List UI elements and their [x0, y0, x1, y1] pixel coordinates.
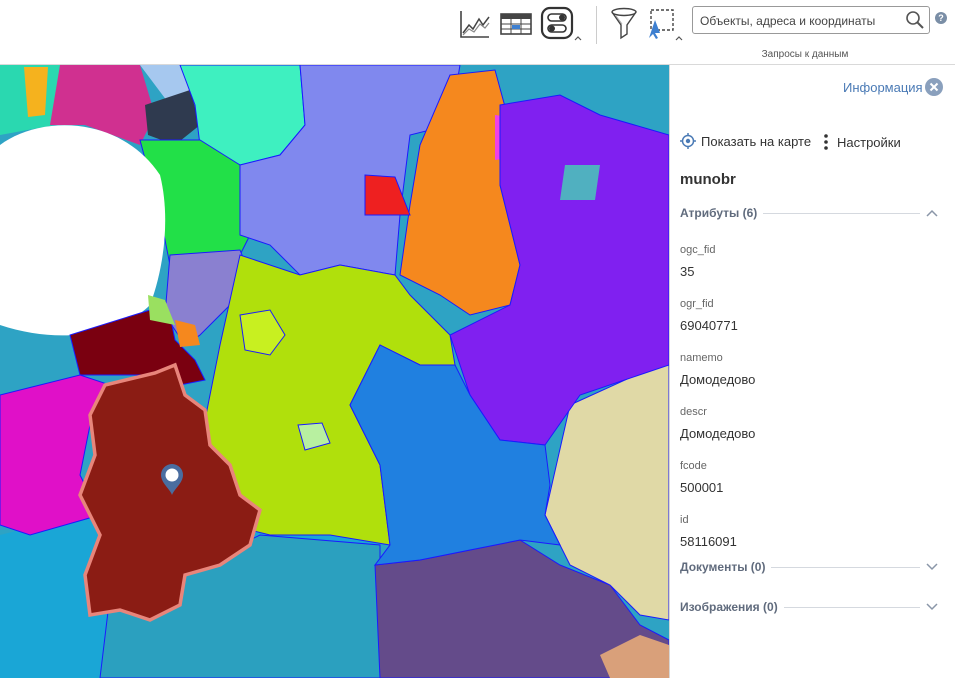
map-layer[interactable] — [0, 65, 669, 678]
attr-name: ogc_fid — [680, 244, 716, 256]
data-query-caption: Запросы к данным — [761, 49, 849, 60]
attr-name: id — [680, 514, 689, 526]
filter-icon — [611, 7, 637, 40]
filter-button[interactable] — [609, 6, 639, 42]
chart-icon — [460, 11, 490, 38]
region-moscow-blank — [0, 125, 166, 336]
more-vertical-icon — [824, 134, 828, 150]
images-section-header[interactable]: Изображения (0) — [680, 599, 938, 615]
attr-name: fcode — [680, 460, 707, 472]
region-east-cyan[interactable] — [560, 165, 600, 200]
object-layer-name: munobr — [680, 171, 736, 188]
attr-name: descr — [680, 406, 707, 418]
toolbar: ? Запросы к данным — [0, 0, 955, 65]
toolbar-separator — [596, 6, 597, 44]
chevron-down-icon — [926, 563, 938, 571]
documents-header-label: Документы (0) — [680, 560, 766, 574]
attr-value: Домодедово — [680, 372, 756, 387]
settings-label: Настройки — [837, 134, 901, 150]
select-area-icon — [649, 9, 683, 41]
attributes-header-label: Атрибуты (6) — [680, 206, 758, 220]
search-icon[interactable] — [905, 10, 925, 30]
attributes-divider — [763, 212, 920, 214]
show-on-map-button[interactable]: Показать на карте — [680, 133, 811, 149]
attr-name: namemo — [680, 352, 723, 364]
select-area-button[interactable] — [645, 6, 685, 42]
chevron-down-icon — [926, 603, 938, 611]
images-divider — [783, 606, 920, 608]
attr-value: 69040771 — [680, 318, 738, 333]
documents-section-header[interactable]: Документы (0) — [680, 559, 938, 575]
attr-value: 58116091 — [680, 534, 737, 549]
show-on-map-label: Показать на карте — [701, 133, 812, 149]
attr-value: 500001 — [680, 480, 724, 495]
layers-toggle-button[interactable] — [540, 6, 584, 42]
layers-toggle-icon — [540, 6, 582, 41]
close-icon[interactable] — [925, 78, 943, 96]
table-icon — [500, 13, 532, 35]
attributes-section-header[interactable]: Атрибуты (6) — [680, 205, 938, 221]
settings-button[interactable]: Настройки — [822, 133, 901, 151]
help-icon[interactable]: ? — [935, 12, 947, 24]
table-button[interactable] — [499, 6, 533, 42]
region-nw-orange[interactable] — [24, 67, 48, 117]
attr-name: ogr_fid — [680, 298, 714, 310]
target-icon — [680, 133, 696, 149]
documents-divider — [771, 566, 920, 568]
attr-value: 35 — [680, 264, 695, 279]
chart-button[interactable] — [458, 6, 492, 42]
images-header-label: Изображения (0) — [680, 600, 778, 614]
map-canvas[interactable] — [0, 65, 669, 678]
search-input[interactable] — [698, 11, 902, 31]
info-panel: Информация Показать на карте Настройки m… — [669, 65, 955, 678]
panel-title: Информация — [843, 80, 923, 95]
chevron-up-icon — [926, 209, 938, 217]
search-box — [692, 6, 930, 34]
attr-value: Домодедово — [680, 426, 756, 441]
